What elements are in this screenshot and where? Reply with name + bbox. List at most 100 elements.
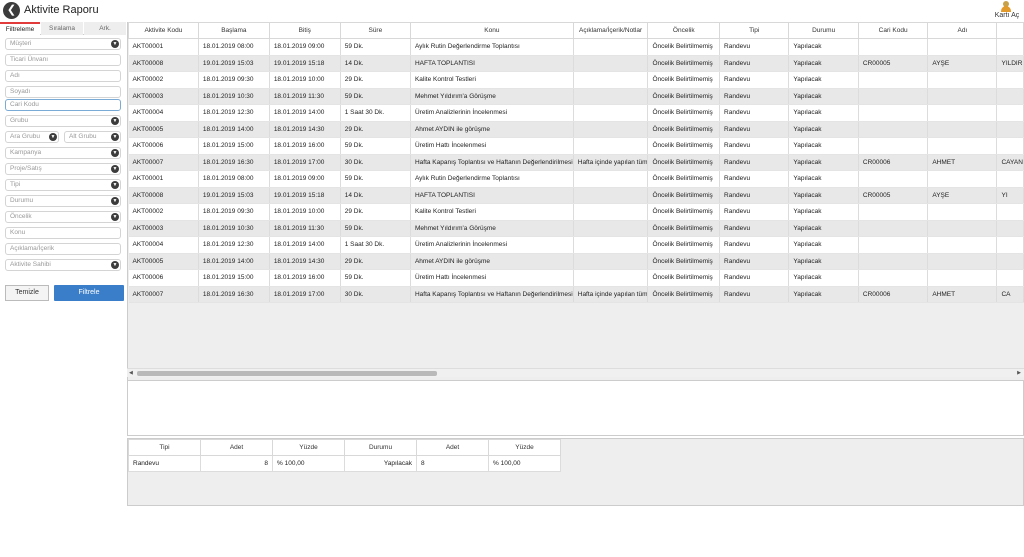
- tipi-select[interactable]: Tipi ▼: [5, 179, 121, 191]
- adi-input[interactable]: Adı: [5, 70, 121, 82]
- ticari-unvani-input[interactable]: Ticari Ünvanı: [5, 54, 121, 66]
- table-cell: Kalite Kontrol Testleri: [410, 203, 574, 221]
- filter-tabs: Filtreleme Sıralama Ark.: [0, 22, 126, 35]
- table-cell: 18.01.2019 08:00: [198, 170, 270, 188]
- table-cell: Yapılacak: [788, 286, 859, 303]
- proje-satis-label: Proje/Satış: [10, 165, 42, 172]
- table-cell: [927, 236, 998, 254]
- kampanya-label: Kampanya: [10, 149, 42, 156]
- column-header[interactable]: Tipi: [719, 22, 790, 39]
- chevron-down-icon: ▼: [111, 261, 119, 269]
- grubu-select[interactable]: Grubu ▼: [5, 115, 121, 127]
- table-row[interactable]: AKT00002 18.01.2019 09:30 18.01.2019 10:00…: [128, 71, 1024, 89]
- table-row[interactable]: AKT00007 18.01.2019 16:30 18.01.2019 17:00…: [128, 154, 1024, 171]
- aciklama-input[interactable]: Açıklama/İçerik: [5, 243, 121, 255]
- scroll-left-icon[interactable]: ◀: [129, 370, 133, 376]
- table-cell: AKT00006: [128, 269, 199, 287]
- table-cell: Hafta Kapanış Toplantısı ve Haftanın Değ…: [410, 286, 574, 303]
- table-cell: Ahmet AYDIN ile görüşme: [410, 253, 574, 270]
- kampanya-select[interactable]: Kampanya ▼: [5, 147, 121, 159]
- table-row[interactable]: AKT00006 18.01.2019 15:00 18.01.2019 16:00…: [128, 269, 1024, 287]
- proje-satis-select[interactable]: Proje/Satış ▼: [5, 163, 121, 175]
- column-header[interactable]: Durumu: [788, 22, 859, 39]
- column-header[interactable]: Adı: [927, 22, 998, 39]
- column-header[interactable]: Açıklama/İçerik/Notlar: [572, 22, 649, 39]
- column-header[interactable]: Konu: [409, 22, 574, 39]
- column-header[interactable]: Başlama: [197, 22, 270, 39]
- table-cell: AHMET: [927, 286, 998, 303]
- column-header[interactable]: Öncelik: [647, 22, 721, 39]
- oncelik-select[interactable]: Öncelik ▼: [5, 211, 121, 223]
- table-row[interactable]: AKT00001 18.01.2019 08:00 18.01.2019 09:00…: [128, 170, 1024, 188]
- table-cell: [858, 38, 929, 56]
- table-cell: Yapılacak: [788, 137, 859, 155]
- table-cell: Öncelik Belirtilmemiş: [647, 137, 721, 155]
- table-cell: [996, 203, 1024, 221]
- table-cell: AKT00001: [128, 170, 199, 188]
- table-cell: [573, 269, 649, 287]
- chevron-down-icon: ▼: [111, 197, 119, 205]
- ara-grubu-select[interactable]: Ara Grubu ▼: [5, 131, 59, 143]
- horizontal-scrollbar[interactable]: ◀ ▶: [127, 368, 1024, 377]
- table-row[interactable]: AKT00003 18.01.2019 10:30 18.01.2019 11:30…: [128, 220, 1024, 237]
- table-cell: [927, 220, 998, 237]
- table-cell: AYŞE: [927, 55, 998, 72]
- alt-grubu-select[interactable]: Alt Grubu ▼: [64, 131, 121, 143]
- scroll-right-icon[interactable]: ▶: [1017, 370, 1021, 376]
- table-cell: [573, 71, 649, 89]
- table-row[interactable]: AKT00004 18.01.2019 12:30 18.01.2019 14:00…: [128, 104, 1024, 122]
- table-row[interactable]: AKT00004 18.01.2019 12:30 18.01.2019 14:00…: [128, 236, 1024, 254]
- table-cell: Aylık Rutin Değerlendirme Toplantısı: [410, 170, 574, 188]
- table-cell: 18.01.2019 14:00: [269, 236, 341, 254]
- tab-filtreleme[interactable]: Filtreleme: [0, 22, 40, 35]
- table-cell: Randevu: [719, 269, 790, 287]
- table-row[interactable]: AKT00005 18.01.2019 14:00 18.01.2019 14:30…: [128, 121, 1024, 138]
- table-cell: 18.01.2019 14:00: [198, 253, 270, 270]
- table-cell: Öncelik Belirtilmemiş: [647, 104, 721, 122]
- filter-button[interactable]: Filtrele: [54, 285, 124, 301]
- table-cell: Yapılacak: [788, 88, 859, 105]
- table-cell: [996, 253, 1024, 270]
- table-cell: Öncelik Belirtilmemiş: [647, 55, 721, 72]
- musteri-select[interactable]: Müşteri ▼: [5, 38, 121, 50]
- column-header[interactable]: Aktivite Kodu: [128, 22, 199, 39]
- summary-panel: Tipi Adet Yüzde Durumu Adet Yüzde Randevu 8% 1…: [127, 438, 1024, 506]
- table-row[interactable]: AKT00001 18.01.2019 08:00 18.01.2019 09:00…: [128, 38, 1024, 56]
- table-cell: Yapılacak: [788, 154, 859, 171]
- table-cell: [573, 121, 649, 138]
- table-row[interactable]: AKT00003 18.01.2019 10:30 18.01.2019 11:30…: [128, 88, 1024, 105]
- table-cell: AKT00003: [128, 220, 199, 237]
- column-header[interactable]: [996, 22, 1024, 39]
- table-cell: Yapılacak: [788, 269, 859, 287]
- summary-column-header: Durumu: [344, 439, 417, 456]
- back-arrow-icon[interactable]: ❮: [3, 2, 20, 19]
- summary-column-header: Tipi: [128, 439, 201, 456]
- table-cell: Yapılacak: [788, 55, 859, 72]
- table-cell: Randevu: [719, 220, 790, 237]
- table-row[interactable]: AKT00007 18.01.2019 16:30 18.01.2019 17:00…: [128, 286, 1024, 303]
- table-cell: Randevu: [719, 104, 790, 122]
- column-header[interactable]: Süre: [339, 22, 411, 39]
- column-header[interactable]: Bitiş: [268, 22, 341, 39]
- table-row[interactable]: AKT00008 19.01.2019 15:03 19.01.2019 15:18…: [128, 187, 1024, 204]
- table-row[interactable]: AKT00005 18.01.2019 14:00 18.01.2019 14:30…: [128, 253, 1024, 270]
- table-cell: 18.01.2019 17:00: [269, 286, 341, 303]
- table-cell: Öncelik Belirtilmemiş: [647, 286, 721, 303]
- aktivite-sahibi-select[interactable]: Aktivite Sahibi ▼: [5, 259, 121, 271]
- tab-siralama[interactable]: Sıralama: [41, 22, 83, 35]
- soyadi-input[interactable]: Soyadı: [5, 86, 121, 98]
- open-card-button[interactable]: Kartı Aç: [994, 1, 1020, 21]
- table-cell: Yapılacak: [788, 203, 859, 221]
- column-header[interactable]: Cari Kodu: [857, 22, 929, 39]
- tab-arka[interactable]: Ark.: [84, 22, 126, 35]
- table-row[interactable]: AKT00006 18.01.2019 15:00 18.01.2019 16:00…: [128, 137, 1024, 155]
- table-row[interactable]: AKT00002 18.01.2019 09:30 18.01.2019 10:00…: [128, 203, 1024, 221]
- clear-button[interactable]: Temizle: [5, 285, 49, 301]
- scrollbar-thumb[interactable]: [137, 371, 437, 376]
- table-cell: Yapılacak: [788, 71, 859, 89]
- durumu-select[interactable]: Durumu ▼: [5, 195, 121, 207]
- table-cell: 18.01.2019 12:30: [198, 104, 270, 122]
- cari-kodu-input[interactable]: Cari Kodu: [5, 99, 121, 111]
- konu-input[interactable]: Konu: [5, 227, 121, 239]
- table-row[interactable]: AKT00008 19.01.2019 15:03 19.01.2019 15:18…: [128, 55, 1024, 72]
